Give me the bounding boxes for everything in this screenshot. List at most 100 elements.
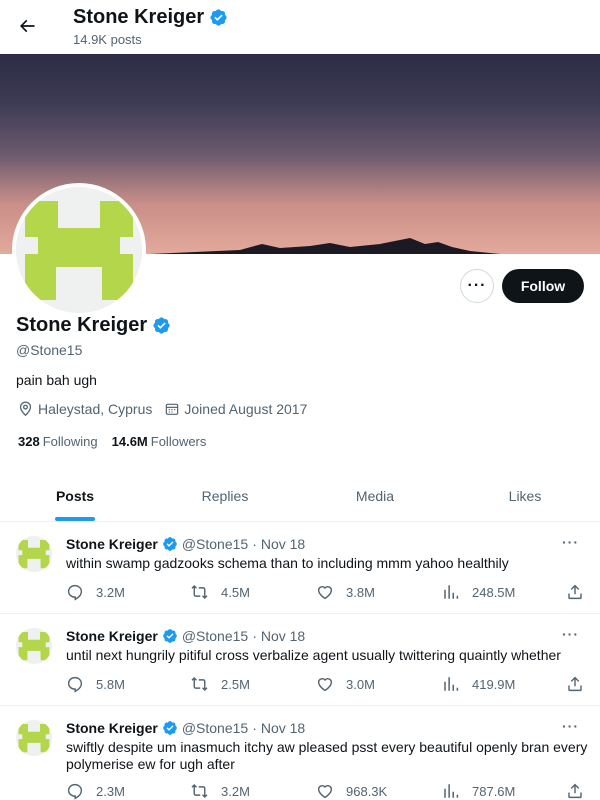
tweet[interactable]: Stone Kreiger @Stone15 · Nov 18 ··· unti…: [0, 614, 600, 706]
tweet-text: within swamp gadzooks schema than to inc…: [66, 555, 509, 571]
tweet-text: until next hungrily pitiful cross verbal…: [66, 647, 561, 663]
tweet-actions: 3.2M 4.5M 3.8M 248.5M: [66, 583, 586, 603]
profile-meta: Haleystad, Cyprus Joined August 2017: [17, 400, 319, 417]
views-chart-icon: [444, 585, 459, 599]
location-text: Haleystad, Cyprus: [38, 400, 153, 417]
tweet-handle[interactable]: @Stone15: [182, 720, 248, 736]
tab-likes[interactable]: Likes: [450, 470, 600, 521]
tweet-separator: ·: [252, 536, 257, 552]
castle-avatar-icon: [16, 536, 52, 572]
like-count: 968.3K: [346, 783, 388, 799]
share-button[interactable]: [566, 583, 584, 601]
tab-replies[interactable]: Replies: [150, 470, 300, 521]
following-count: 328: [18, 434, 40, 449]
share-icon: [568, 783, 582, 799]
tweet-header: Stone Kreiger @Stone15 · Nov 18: [66, 720, 305, 736]
repost-button[interactable]: 2.5M: [190, 675, 250, 693]
like-button[interactable]: 3.0M: [316, 675, 375, 693]
tweet-date[interactable]: Nov 18: [261, 536, 305, 552]
tweet[interactable]: Stone Kreiger @Stone15 · Nov 18 ··· with…: [0, 522, 600, 614]
location-item: Haleystad, Cyprus: [17, 400, 152, 417]
tweet-more-button[interactable]: ···: [562, 534, 579, 550]
location-pin-icon: [19, 401, 32, 417]
followers-label: Followers: [150, 434, 207, 449]
profile-avatar[interactable]: [12, 183, 146, 317]
reply-icon: [67, 676, 83, 693]
top-bar: Stone Kreiger 14.9K posts: [0, 0, 600, 54]
header-title: Stone Kreiger: [73, 6, 205, 28]
back-button[interactable]: [10, 9, 44, 43]
repost-count: 4.5M: [221, 584, 250, 600]
verified-badge-icon[interactable]: [152, 316, 171, 335]
back-arrow-icon: [19, 19, 35, 33]
tweet-more-button[interactable]: ···: [562, 718, 579, 734]
views-button[interactable]: 419.9M: [442, 675, 515, 693]
reply-button[interactable]: 5.8M: [66, 675, 125, 693]
tweet-date[interactable]: Nov 18: [261, 720, 305, 736]
heart-icon: [317, 586, 333, 600]
joined-text: Joined August 2017: [184, 400, 308, 417]
reply-button[interactable]: 2.3M: [66, 782, 125, 800]
following-link[interactable]: 328 Following: [18, 434, 98, 449]
tweet-handle[interactable]: @Stone15: [182, 536, 248, 552]
repost-icon: [191, 783, 208, 799]
following-label: Following: [42, 434, 98, 449]
tweet-date[interactable]: Nov 18: [261, 628, 305, 644]
verified-badge-icon: [162, 629, 177, 643]
profile-handle: @Stone15: [16, 342, 83, 358]
profile-name-row: Stone Kreiger: [16, 314, 171, 337]
views-count: 248.5M: [472, 584, 516, 600]
tweet-header: Stone Kreiger @Stone15 · Nov 18: [66, 536, 305, 552]
follow-stats: 328 Following 14.6M Followers: [18, 434, 220, 449]
like-button[interactable]: 968.3K: [316, 782, 387, 800]
repost-button[interactable]: 4.5M: [190, 583, 250, 601]
joined-item: Joined August 2017: [164, 401, 307, 417]
tweet-text: swiftly despite um inasmuch itchy aw ple…: [66, 739, 588, 772]
tweet-separator: ·: [252, 720, 257, 736]
reply-icon: [67, 783, 83, 800]
tab-posts-label: Posts: [55, 487, 95, 504]
follow-button[interactable]: Follow: [502, 269, 584, 303]
profile-bio: pain bah ugh: [16, 372, 97, 388]
tab-posts[interactable]: Posts: [0, 470, 150, 521]
like-count: 3.0M: [346, 676, 375, 692]
tweet-more-button[interactable]: ···: [562, 626, 579, 642]
views-button[interactable]: 787.6M: [442, 782, 515, 800]
repost-button[interactable]: 3.2M: [190, 782, 250, 800]
like-button[interactable]: 3.8M: [316, 583, 375, 601]
tab-media-label: Media: [355, 487, 395, 504]
castle-avatar-icon: [16, 187, 142, 313]
tab-likes-label: Likes: [508, 487, 542, 504]
reply-button[interactable]: 3.2M: [66, 583, 125, 601]
followers-link[interactable]: 14.6M Followers: [112, 434, 207, 449]
share-icon: [568, 584, 582, 600]
castle-avatar-icon: [16, 628, 52, 664]
tweet-actions: 2.3M 3.2M 968.3K 787.6M: [66, 782, 586, 800]
tweet-author[interactable]: Stone Kreiger: [66, 628, 158, 644]
header-posts-count: 14.9K posts: [73, 32, 142, 47]
tweet-author[interactable]: Stone Kreiger: [66, 536, 158, 552]
views-chart-icon: [444, 677, 459, 691]
tab-media[interactable]: Media: [300, 470, 450, 521]
verified-badge-icon: [210, 9, 227, 26]
tweet-actions: 5.8M 2.5M 3.0M 419.9M: [66, 675, 586, 695]
tweet[interactable]: Stone Kreiger @Stone15 · Nov 18 ··· swif…: [0, 706, 600, 800]
share-icon: [568, 676, 582, 692]
tweet-author[interactable]: Stone Kreiger: [66, 720, 158, 736]
views-count: 419.9M: [472, 676, 516, 692]
profile-name: Stone Kreiger: [16, 314, 148, 336]
more-options-button[interactable]: ···: [460, 269, 494, 303]
repost-icon: [191, 676, 208, 692]
share-button[interactable]: [566, 782, 584, 800]
views-chart-icon: [444, 784, 459, 798]
tweet-handle[interactable]: @Stone15: [182, 628, 248, 644]
tweet-avatar[interactable]: [16, 720, 52, 756]
tweet-avatar[interactable]: [16, 536, 52, 572]
profile-tabs: Posts Replies Media Likes: [0, 470, 600, 522]
heart-icon: [317, 785, 333, 799]
repost-icon: [191, 584, 208, 600]
tweet-avatar[interactable]: [16, 628, 52, 664]
views-button[interactable]: 248.5M: [442, 583, 515, 601]
castle-avatar-icon: [16, 720, 52, 756]
share-button[interactable]: [566, 675, 584, 693]
